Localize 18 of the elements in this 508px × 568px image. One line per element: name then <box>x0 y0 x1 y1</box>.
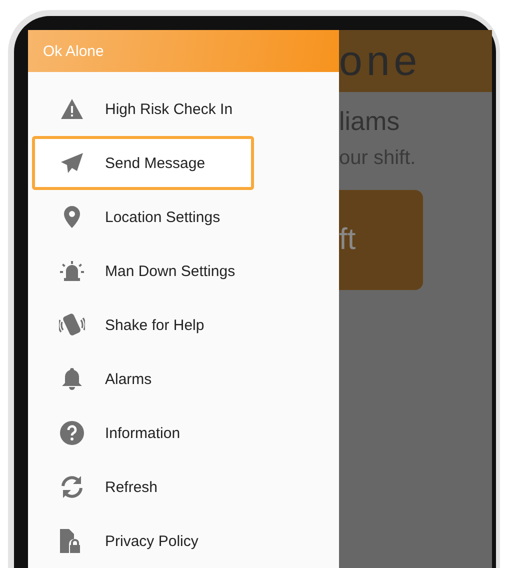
paper-plane-icon <box>61 153 83 173</box>
menu-item[interactable]: Location Settings <box>32 190 254 244</box>
menu-item[interactable]: Man Down Settings <box>32 244 254 298</box>
alarm-light-icon <box>60 261 84 281</box>
menu-item[interactable]: Refresh <box>32 460 254 514</box>
bell-icon <box>62 368 82 390</box>
menu-item[interactable]: Send Message <box>32 136 254 190</box>
menu-item[interactable]: Shake for Help <box>32 298 254 352</box>
menu-item[interactable]: Privacy Policy <box>32 514 254 568</box>
refresh-icon <box>60 475 84 499</box>
location-pin-icon <box>64 206 80 228</box>
warning-icon <box>61 99 83 119</box>
menu-item[interactable]: High Risk Check In <box>32 82 254 136</box>
app-title: one <box>339 37 422 85</box>
help-icon <box>60 421 84 445</box>
menu-item[interactable]: Information <box>32 406 254 460</box>
menu-item[interactable]: Alarms <box>32 352 254 406</box>
drawer-title: Ok Alone <box>43 42 104 60</box>
